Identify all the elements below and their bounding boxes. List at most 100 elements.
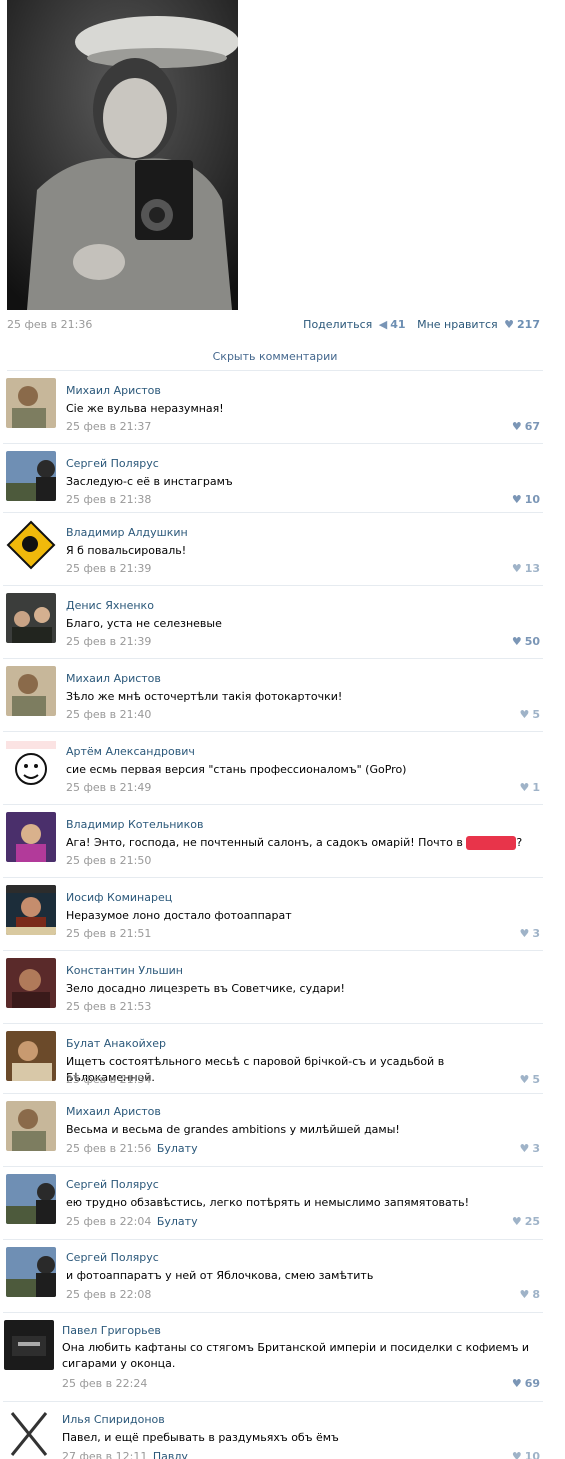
comment-like[interactable]: ♥ 69 (512, 1377, 540, 1390)
comment-like[interactable]: ♥ 13 (512, 562, 540, 575)
comment: Артём Александрович сие есмь первая верс… (0, 732, 545, 805)
avatar[interactable] (6, 451, 56, 501)
reply-to-link: Булату (156, 1142, 198, 1155)
comment-date[interactable]: 25 фев в 21:49 (66, 781, 151, 794)
comment-date[interactable]: 25 фев в 21:39 (66, 562, 151, 575)
heart-icon: ♥ (519, 708, 530, 721)
comment-author[interactable]: Сергей Полярус (66, 1178, 159, 1191)
comment-date[interactable]: 27 фев в 12:11 Павлу (62, 1450, 188, 1459)
comment: Михаил Аристов Зѣло же мнѣ осточертѣли т… (0, 659, 545, 732)
avatar[interactable] (4, 1320, 54, 1370)
reply-to-link: Павлу (152, 1450, 188, 1459)
hide-comments-link[interactable]: Скрыть комментарии (7, 350, 543, 363)
heart-icon: ♥ (511, 562, 522, 575)
avatar[interactable] (6, 739, 56, 789)
redaction-scribble (466, 836, 517, 850)
heart-icon: ♥ (519, 1142, 530, 1155)
comment-text: Она любить кафтаны со стягомъ Британской… (62, 1341, 530, 1370)
comment-like[interactable]: ♥ 25 (512, 1215, 540, 1228)
comment: Михаил Аристов Сіе же вульва неразумная!… (0, 371, 545, 444)
comment-text: Я б повальсироваль! (66, 544, 187, 557)
avatar[interactable] (6, 1031, 56, 1081)
comment-date[interactable]: 25 фев в 21:37 (66, 420, 151, 433)
avatar[interactable] (6, 885, 56, 935)
comment-date[interactable]: 25 фев в 22:24 (62, 1377, 147, 1390)
share-count: 41 (390, 318, 406, 331)
comment-text: Сіе же вульва неразумная! (66, 402, 224, 415)
comment-text: Неразумое лоно достало фотоаппарат (66, 909, 292, 922)
avatar[interactable] (6, 958, 56, 1008)
heart-icon: ♥ (511, 420, 522, 433)
comment-author[interactable]: Илья Спиридонов (62, 1413, 165, 1426)
comment-text: Благо, уста не селезневые (66, 617, 222, 630)
comment-like[interactable]: ♥ 10 (512, 493, 540, 506)
comment: Михаил Аристов Весьма и весьма de grande… (0, 1094, 545, 1167)
avatar[interactable] (6, 812, 56, 862)
avatar[interactable] (6, 666, 56, 716)
comment-like[interactable]: ♥ 10 (512, 1450, 540, 1459)
comment: Владимир Алдушкин Я б повальсироваль! 25… (0, 513, 545, 586)
comment-like[interactable]: ♥ 3 (519, 927, 540, 940)
comment-author[interactable]: Артём Александрович (66, 745, 195, 758)
avatar[interactable] (6, 1101, 56, 1151)
post-date[interactable]: 25 фев в 21:36 (7, 318, 92, 331)
avatar[interactable] (6, 1247, 56, 1297)
comment-date[interactable]: 25 фев в 21:53 (66, 1000, 151, 1013)
comment-like[interactable]: ♥ 5 (519, 708, 540, 721)
comment-date[interactable]: 25 фев в 21:51 (66, 927, 151, 940)
share-label: Поделиться (303, 318, 373, 331)
avatar[interactable] (6, 520, 56, 570)
like-button[interactable]: Мне нравится ♥ 217 (417, 318, 540, 331)
heart-icon: ♥ (511, 635, 522, 648)
comment-text: Зело досадно лицезреть въ Советчике, суд… (66, 982, 345, 995)
comment-date[interactable]: 25 фев в 22:08 (66, 1288, 151, 1301)
comment-text: Ага! Энто, господа, не почтенный салонъ,… (66, 836, 523, 850)
comment-date[interactable]: 25 фев в 21:38 (66, 493, 151, 506)
comment-date[interactable]: 25 фев в 22:04 Булату (66, 1215, 198, 1228)
comment-author[interactable]: Владимир Котельников (66, 818, 203, 831)
avatar[interactable] (6, 1174, 56, 1224)
comment: Денис Яхненко Благо, уста не селезневые … (0, 586, 545, 659)
comment-like[interactable]: ♥ 5 (519, 1073, 540, 1086)
comment-author[interactable]: Булат Анакойхер (66, 1037, 166, 1050)
heart-icon: ♥ (519, 927, 530, 940)
avatar[interactable] (6, 378, 56, 428)
heart-icon: ♥ (504, 318, 515, 331)
comment-author[interactable]: Михаил Аристов (66, 1105, 161, 1118)
avatar[interactable] (4, 1409, 54, 1459)
comment-author[interactable]: Константин Ульшин (66, 964, 183, 977)
share-button[interactable]: Поделиться ◀ 41 (303, 318, 405, 331)
comment-like[interactable]: ♥ 3 (519, 1142, 540, 1155)
comment-date[interactable]: 25 фев в 21:40 (66, 708, 151, 721)
comment-date[interactable]: 25 фев в 21:54 (66, 1073, 151, 1086)
comment-author[interactable]: Михаил Аристов (66, 384, 161, 397)
heart-icon: ♥ (519, 781, 530, 794)
comment-date[interactable]: 25 фев в 21:56 Булату (66, 1142, 198, 1155)
comment-like[interactable]: ♥ 8 (519, 1288, 540, 1301)
comment-author[interactable]: Михаил Аристов (66, 672, 161, 685)
comment-like[interactable]: ♥ 50 (512, 635, 540, 648)
heart-icon: ♥ (511, 1377, 522, 1390)
comment-like[interactable]: ♥ 1 (519, 781, 540, 794)
comment-author[interactable]: Павел Григорьев (62, 1324, 161, 1337)
comment-text: Зѣло же мнѣ осточертѣли такія фотокарточ… (66, 690, 343, 703)
comment: Сергей Полярус и фотоаппаратъ у ней от Я… (0, 1240, 545, 1313)
comment-author[interactable]: Сергей Полярус (66, 1251, 159, 1264)
comment-author[interactable]: Сергей Полярус (66, 457, 159, 470)
comment-author[interactable]: Денис Яхненко (66, 599, 154, 612)
comment: Булат Анакойхер Ищетъ состоятѣльного мес… (0, 1024, 545, 1094)
comment: Сергей Полярус Заследую-с её в инстаграм… (0, 444, 545, 513)
comment: Илья Спиридонов Павел, и ещё пребывать в… (0, 1402, 545, 1459)
comment-author[interactable]: Владимир Алдушкин (66, 526, 188, 539)
heart-icon: ♥ (519, 1073, 530, 1086)
avatar[interactable] (6, 593, 56, 643)
heart-icon: ♥ (511, 1450, 522, 1459)
post-photo[interactable] (7, 0, 238, 310)
comment-date[interactable]: 25 фев в 21:39 (66, 635, 151, 648)
reply-to-link: Булату (156, 1215, 198, 1228)
comment-like[interactable]: ♥ 67 (512, 420, 540, 433)
comment-author[interactable]: Иосиф Коминарец (66, 891, 172, 904)
comment: Владимир Котельников Ага! Энто, господа,… (0, 805, 545, 878)
comment-text: Весьма и весьма de grandes ambitions у м… (66, 1123, 400, 1136)
comment-date[interactable]: 25 фев в 21:50 (66, 854, 151, 867)
